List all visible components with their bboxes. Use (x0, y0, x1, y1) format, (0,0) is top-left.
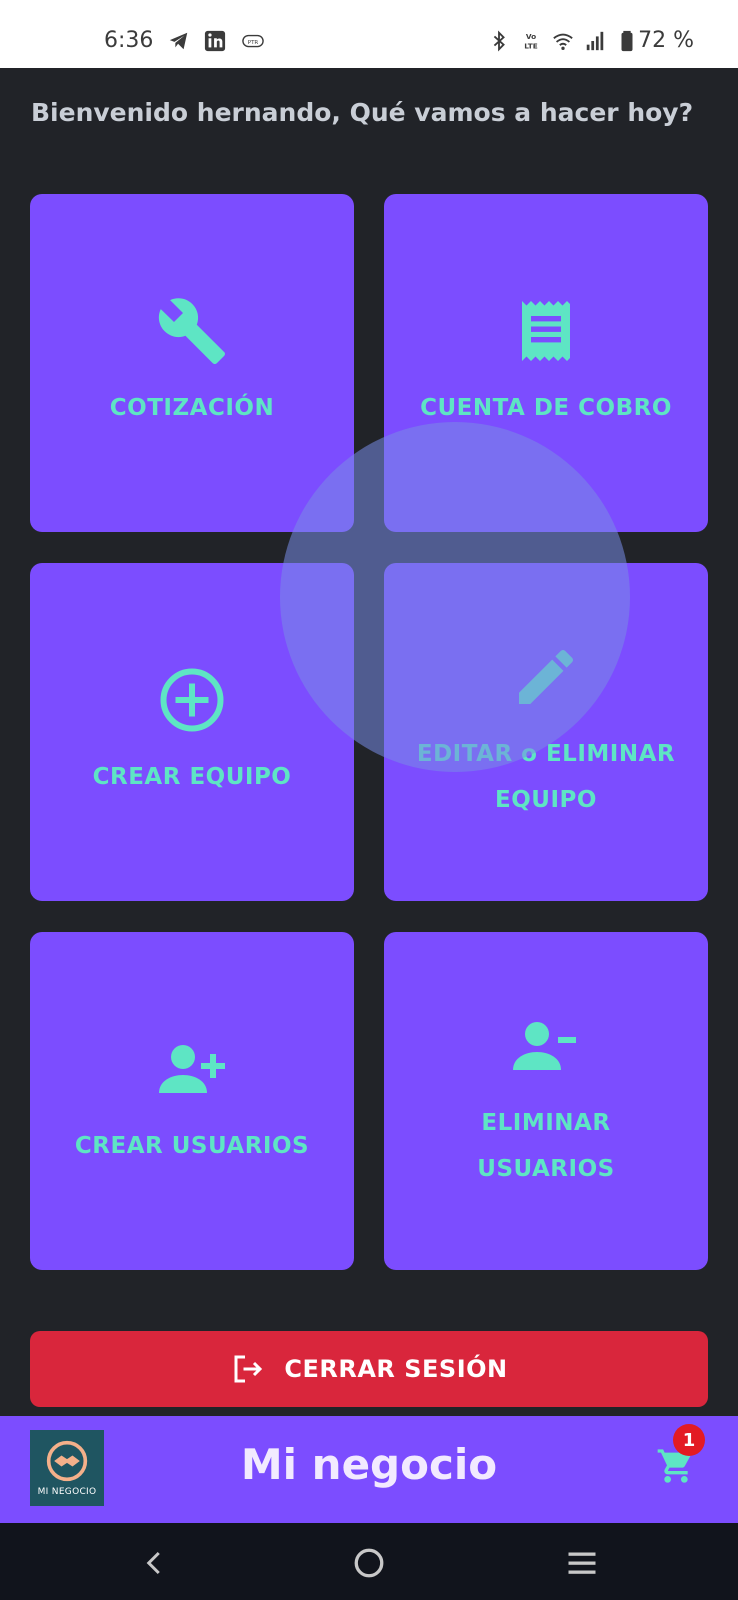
telegram-icon (169, 32, 188, 50)
nav-back-button[interactable] (133, 1541, 177, 1585)
tile-eliminar-usuarios[interactable]: ELIMINAR USUARIOS (384, 932, 708, 1270)
logout-button[interactable]: CERRAR SESIÓN (30, 1331, 708, 1407)
logout-label: CERRAR SESIÓN (284, 1355, 508, 1383)
bottom-app-bar: MI NEGOCIO Mi negocio 1 (0, 1416, 738, 1523)
tile-editar-eliminar-equipo[interactable]: EDITAR o ELIMINAR EQUIPO (384, 563, 708, 901)
battery-percent: 72 % (638, 28, 694, 53)
bluetooth-icon (493, 30, 505, 52)
tile-label: CREAR USUARIOS (74, 1133, 310, 1159)
linkedin-icon (204, 30, 226, 52)
tile-label: COTIZACIÓN (109, 395, 275, 421)
receipt-icon (510, 295, 582, 367)
tile-cuenta-de-cobro[interactable]: CUENTA DE COBRO (384, 194, 708, 532)
svg-text:LTE: LTE (524, 41, 537, 50)
status-bar: 6:36 PTR Vo LTE 72 % (0, 0, 738, 68)
svg-text:PTR: PTR (248, 40, 259, 46)
svg-text:Vo: Vo (526, 32, 536, 41)
person-remove-icon (510, 1010, 582, 1082)
tile-label: CREAR EQUIPO (92, 764, 292, 790)
nav-recents-button[interactable] (560, 1541, 604, 1585)
home-circle-icon (354, 1548, 384, 1578)
menu-lines-icon (568, 1552, 596, 1574)
wrench-icon (156, 295, 228, 367)
pencil-icon (510, 641, 582, 713)
nav-home-button[interactable] (347, 1541, 391, 1585)
cart-badge: 1 (673, 1424, 705, 1456)
greeting-text: Bienvenido hernando, Qué vamos a hacer h… (31, 98, 694, 127)
tile-label: ELIMINAR USUARIOS (477, 1110, 615, 1182)
volte-icon: VoLTE (524, 32, 537, 50)
tile-label: CUENTA DE COBRO (420, 395, 672, 421)
pointer-app-icon: PTR (242, 34, 264, 48)
tile-label: EDITAR o ELIMINAR EQUIPO (416, 741, 676, 813)
add-circle-icon (156, 664, 228, 736)
tile-cotizacion[interactable]: COTIZACIÓN (30, 194, 354, 532)
signal-icon (586, 31, 604, 51)
app-title: Mi negocio (240, 1440, 498, 1489)
system-nav-bar (0, 1523, 738, 1600)
person-add-icon (156, 1033, 228, 1105)
logout-icon (234, 1355, 263, 1383)
tile-crear-usuarios[interactable]: CREAR USUARIOS (30, 932, 354, 1270)
battery-icon (621, 30, 633, 52)
tile-crear-equipo[interactable]: CREAR EQUIPO (30, 563, 354, 901)
back-icon (146, 1551, 160, 1575)
status-time: 6:36 (104, 28, 154, 53)
wifi-icon (553, 33, 573, 50)
